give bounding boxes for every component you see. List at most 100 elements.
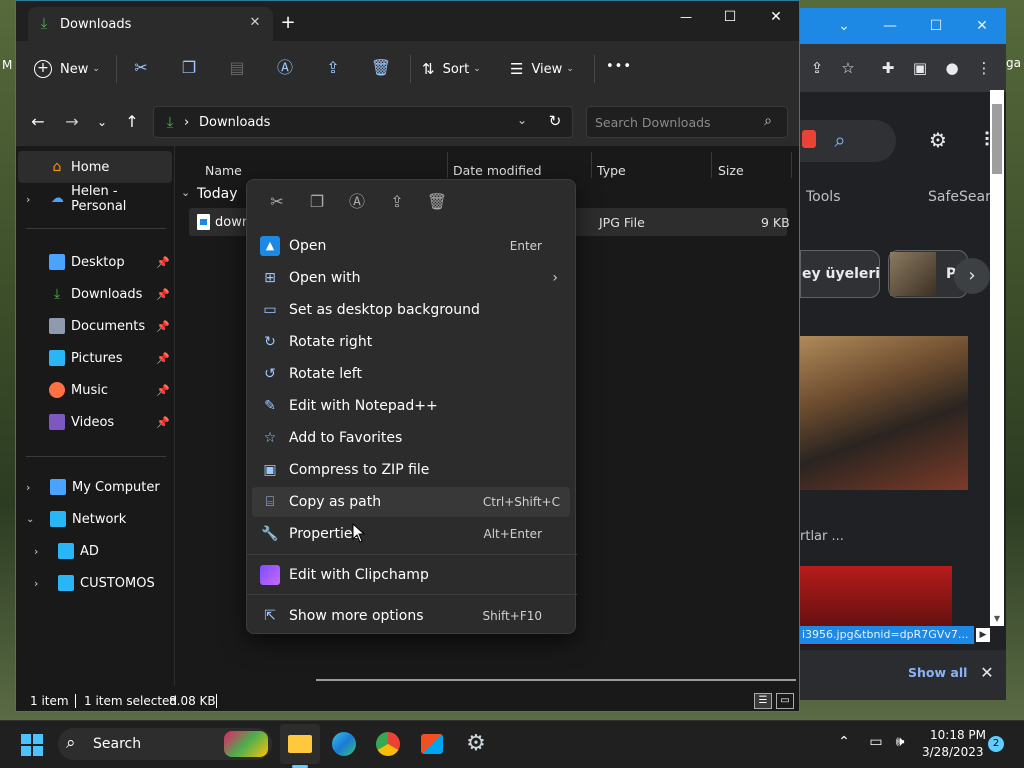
- chevron-right-icon[interactable]: ›: [954, 258, 990, 294]
- rename-icon[interactable]: Ⓐ: [337, 186, 377, 218]
- column-separator[interactable]: [791, 152, 792, 178]
- pin-icon[interactable]: 📌: [156, 256, 170, 269]
- menu-rotate-left[interactable]: ↺ Rotate left: [252, 359, 570, 389]
- taskbar-settings[interactable]: ⚙: [456, 724, 496, 764]
- menu-open-with[interactable]: ⊞ Open with ›: [252, 263, 570, 293]
- tab-downloads[interactable]: ⤓ Downloads ✕: [28, 7, 273, 41]
- close-downloads-icon[interactable]: ✕: [976, 662, 998, 684]
- address-dropdown-icon[interactable]: ⌄: [514, 113, 530, 131]
- minimize-button[interactable]: —: [666, 5, 706, 29]
- refresh-icon[interactable]: ↻: [546, 112, 564, 130]
- tab-close-icon[interactable]: ✕: [245, 13, 265, 33]
- more-options-button[interactable]: •••: [606, 59, 632, 74]
- pin-icon[interactable]: 📌: [156, 416, 170, 429]
- nav-downloads[interactable]: ⤓ Downloads 📌: [16, 278, 174, 310]
- expand-chevron-icon[interactable]: ›: [26, 481, 40, 494]
- copy-icon[interactable]: ❐: [176, 55, 202, 81]
- nav-music[interactable]: Music 📌: [16, 374, 174, 406]
- sidepanel-icon[interactable]: ▣: [906, 54, 934, 82]
- menu-show-more-options[interactable]: ⇱ Show more options Shift+F10: [252, 601, 570, 631]
- browser-scrollbar-thumb[interactable]: [992, 104, 1002, 174]
- sort-button[interactable]: ⇅ Sort ⌄: [422, 55, 498, 83]
- menu-open[interactable]: ▲ Open Enter: [252, 231, 570, 261]
- clock-time[interactable]: 10:18 PM: [930, 728, 986, 742]
- menu-properties[interactable]: 🔧 Properties Alt+Enter: [252, 519, 570, 549]
- column-separator[interactable]: [591, 152, 592, 178]
- taskbar-file-explorer[interactable]: [280, 724, 320, 764]
- settings-gear-icon[interactable]: ⚙: [924, 126, 952, 154]
- taskbar-store[interactable]: [412, 724, 452, 764]
- recent-chevron-icon[interactable]: ⌄: [94, 112, 110, 132]
- network-status-icon[interactable]: ▭: [866, 734, 886, 754]
- taskbar-edge[interactable]: [324, 724, 364, 764]
- nav-pictures[interactable]: Pictures 📌: [16, 342, 174, 374]
- taskbar-chrome[interactable]: [368, 724, 408, 764]
- expand-chevron-icon[interactable]: ›: [26, 193, 40, 206]
- forward-arrow-icon[interactable]: →: [62, 112, 82, 132]
- share-icon[interactable]: ⇪: [320, 55, 346, 81]
- menu-compress-zip[interactable]: ▣ Compress to ZIP file: [252, 455, 570, 485]
- result-caption[interactable]: rtlar ...: [800, 529, 844, 544]
- menu-copy-as-path[interactable]: ⌸ Copy as path Ctrl+Shift+C: [252, 487, 570, 517]
- nav-network[interactable]: ⌄ Network: [16, 503, 174, 535]
- nav-my-computer[interactable]: › My Computer: [16, 471, 174, 503]
- tiles-view-icon[interactable]: ▭: [776, 693, 794, 709]
- up-arrow-icon[interactable]: ↑: [122, 112, 142, 132]
- nav-videos[interactable]: Videos 📌: [16, 406, 174, 438]
- taskbar-search[interactable]: ⌕ Search: [58, 728, 272, 760]
- column-separator[interactable]: [711, 152, 712, 178]
- search-icon[interactable]: ⌕: [826, 126, 854, 154]
- show-all-button[interactable]: Show all: [908, 665, 967, 680]
- column-header-type[interactable]: Type: [597, 163, 626, 178]
- expand-chevron-icon[interactable]: ›: [34, 577, 48, 590]
- back-arrow-icon[interactable]: ←: [28, 112, 48, 132]
- nav-network-customos[interactable]: › CUSTOMOS: [16, 567, 174, 599]
- cut-icon[interactable]: ✂: [257, 186, 297, 218]
- menu-edit-clipchamp[interactable]: Edit with Clipchamp: [252, 560, 570, 590]
- volume-icon[interactable]: 🕪: [890, 734, 910, 754]
- cut-icon[interactable]: ✂: [128, 55, 154, 81]
- address-bar[interactable]: ⤓ › Downloads ⌄ ↻: [153, 106, 573, 138]
- column-header-name[interactable]: Name: [205, 163, 242, 178]
- scroll-down-arrow-icon[interactable]: ▼: [992, 614, 1002, 624]
- menu-rotate-right[interactable]: ↻ Rotate right: [252, 327, 570, 357]
- tools-link[interactable]: Tools: [806, 189, 841, 205]
- share-icon[interactable]: ⇪: [377, 186, 417, 218]
- pin-icon[interactable]: 📌: [156, 320, 170, 333]
- menu-set-desktop-background[interactable]: ▭ Set as desktop background: [252, 295, 570, 325]
- expand-chevron-icon[interactable]: ›: [34, 545, 48, 558]
- column-header-date[interactable]: Date modified: [453, 163, 542, 178]
- bookmark-star-icon[interactable]: ☆: [834, 54, 862, 82]
- group-header-today[interactable]: Today: [197, 186, 238, 202]
- delete-icon[interactable]: 🗑: [368, 55, 394, 81]
- nav-home[interactable]: ⌂ Home: [18, 151, 172, 183]
- camera-icon[interactable]: [802, 130, 816, 148]
- maximize-icon[interactable]: ☐: [914, 10, 958, 42]
- horizontal-scrollbar[interactable]: [316, 679, 796, 681]
- show-hidden-icons-chevron-icon[interactable]: ⌃: [836, 734, 852, 754]
- status-scroll-arrow-icon[interactable]: ▶: [976, 628, 990, 642]
- new-tab-button[interactable]: +: [278, 13, 298, 33]
- chevron-down-icon[interactable]: ⌄: [822, 10, 866, 42]
- close-button[interactable]: ✕: [756, 5, 796, 29]
- close-icon[interactable]: ✕: [960, 10, 1004, 42]
- view-button[interactable]: ☰ View ⌄: [510, 55, 590, 83]
- maximize-button[interactable]: ☐: [710, 5, 750, 29]
- notification-badge[interactable]: 2: [988, 736, 1004, 752]
- safesearch-link[interactable]: SafeSearc: [928, 189, 998, 205]
- nav-network-ad[interactable]: › AD: [16, 535, 174, 567]
- breadcrumb-downloads[interactable]: Downloads: [199, 115, 270, 130]
- pin-icon[interactable]: 📌: [156, 288, 170, 301]
- menu-kebab-icon[interactable]: ⋮: [970, 54, 998, 82]
- search-icon[interactable]: ⌕: [759, 113, 777, 131]
- menu-edit-notepadpp[interactable]: ✎ Edit with Notepad++: [252, 391, 570, 421]
- result-image[interactable]: [800, 336, 968, 490]
- column-separator[interactable]: [447, 152, 448, 178]
- paste-icon[interactable]: ▤: [224, 55, 250, 81]
- nav-onedrive[interactable]: › ☁ Helen - Personal: [16, 183, 174, 215]
- search-input[interactable]: Search Downloads ⌕: [586, 106, 788, 138]
- rename-icon[interactable]: Ⓐ: [272, 55, 298, 81]
- start-button[interactable]: [12, 725, 52, 765]
- nav-desktop[interactable]: Desktop 📌: [16, 246, 174, 278]
- minimize-icon[interactable]: —: [868, 10, 912, 42]
